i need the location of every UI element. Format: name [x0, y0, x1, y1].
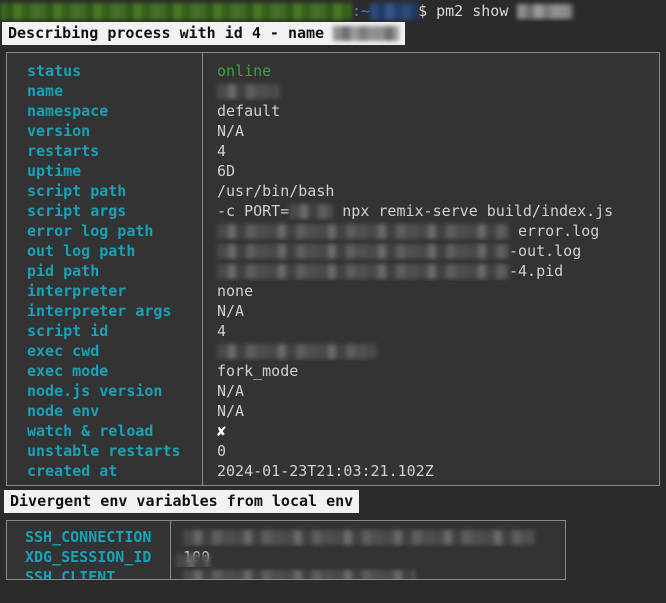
env-row-label: SSH_CLIENT [25, 568, 116, 580]
process-row-label: node.js version [27, 382, 163, 400]
process-row-value [203, 341, 659, 361]
process-row-label: watch & reload [27, 422, 154, 440]
redacted-value [217, 84, 279, 99]
process-row-value: ✘ [203, 421, 659, 441]
process-row-value: N/A [217, 302, 245, 320]
process-row-label: script id [27, 322, 109, 340]
process-row-value: 2024-01-23T21:03:21.102Z [217, 462, 434, 480]
process-row-value: -4.pid [203, 261, 659, 281]
prompt-path-redacted [370, 3, 419, 20]
env-row-value: 100 [171, 547, 565, 567]
process-row-label: interpreter [27, 282, 127, 300]
process-row-label: out log path [27, 242, 136, 260]
process-row-label: created at [27, 462, 118, 480]
process-row-label: exec cwd [27, 342, 100, 360]
process-row-value: 4 [217, 142, 227, 160]
process-row-value: N/A [217, 402, 245, 420]
env-section-row: Divergent env variables from local env [0, 486, 666, 516]
describe-header-text: Describing process with id 4 - name [8, 24, 334, 42]
path-suffix: -4.pid [509, 262, 564, 280]
process-row-label: name [27, 82, 64, 100]
process-row-label: exec mode [27, 362, 109, 380]
process-row-label: script args [27, 202, 127, 220]
process-row-value: fork_mode [217, 362, 299, 380]
prompt-command-arg-redacted [517, 4, 574, 19]
process-row-label: interpreter args [27, 302, 172, 320]
process-row-label: unstable restarts [27, 442, 181, 460]
process-row-value: online [203, 61, 659, 81]
describe-header-name-redacted [333, 26, 400, 41]
redacted-value [183, 570, 415, 579]
terminal-window: :~ $ pm2 show Describing process with id … [0, 0, 666, 603]
process-row-value: 4 [217, 322, 227, 340]
env-row-value [171, 567, 565, 579]
env-row-value [171, 527, 565, 547]
watch-reload-cross-icon: ✘ [217, 422, 227, 440]
process-row-value: N/A [217, 122, 245, 140]
env-table: SSH_CONNECTION XDG_SESSION_ID SSH_CLIENT 1… [6, 520, 566, 580]
redacted-value [183, 530, 535, 545]
redacted-value [217, 224, 509, 239]
process-row-value: 0 [217, 442, 227, 460]
process-row-value: N/A [217, 382, 245, 400]
path-suffix: error.log [509, 222, 600, 240]
process-row-value: /usr/bin/bash [217, 182, 335, 200]
env-row-label: XDG_SESSION_ID [25, 548, 152, 566]
process-row-label: script path [27, 182, 127, 200]
process-row-value: default [217, 102, 281, 120]
process-row-label: status [27, 62, 82, 80]
redacted-value [289, 204, 334, 219]
process-row-label: node env [27, 402, 100, 420]
prompt-user-host-redacted [0, 3, 352, 20]
process-table-labels: status name namespace version restarts uptime… [7, 53, 203, 485]
path-suffix: -out.log [509, 242, 582, 260]
process-row-value: -out.log [203, 241, 659, 261]
process-row-label: error log path [27, 222, 154, 240]
process-row-value [203, 81, 659, 101]
redacted-value [217, 344, 377, 359]
process-table: status name namespace version restarts uptime… [6, 52, 660, 486]
describe-header-bar: Describing process with id 4 - name [2, 22, 406, 45]
process-row-label: restarts [27, 142, 100, 160]
process-row-value: error.log [203, 221, 659, 241]
prompt-dollar: $ [418, 2, 428, 20]
process-row-label: namespace [27, 102, 109, 120]
script-args-prefix: -c PORT= [217, 202, 290, 220]
process-row-label: version [27, 122, 91, 140]
script-args-suffix: npx remix-serve build/index.js [333, 202, 614, 220]
redacted-value [217, 264, 509, 279]
process-row-value: none [217, 282, 254, 300]
prompt-command: pm2 show [436, 2, 509, 20]
redacted-value [217, 244, 509, 259]
env-row-label: SSH_CONNECTION [25, 528, 152, 546]
env-table-labels: SSH_CONNECTION XDG_SESSION_ID SSH_CLIENT [7, 521, 171, 579]
process-row-value: -c PORT= npx remix-serve build/index.js [203, 201, 659, 221]
status-online-value: online [217, 62, 272, 80]
prompt-separator: :~ [352, 2, 371, 20]
env-table-values: 100 [171, 521, 565, 579]
env-section-bar: Divergent env variables from local env [4, 490, 360, 513]
process-row-label: pid path [27, 262, 100, 280]
process-table-values: online default N/A 4 6D/usr/bin/bash -c PORT=… [203, 53, 659, 485]
redacted-value [176, 554, 211, 567]
shell-prompt-line: :~ $ pm2 show [0, 0, 666, 22]
process-row-label: uptime [27, 162, 82, 180]
describe-header-row: Describing process with id 4 - name [0, 22, 666, 46]
process-row-value: 6D [217, 162, 236, 180]
